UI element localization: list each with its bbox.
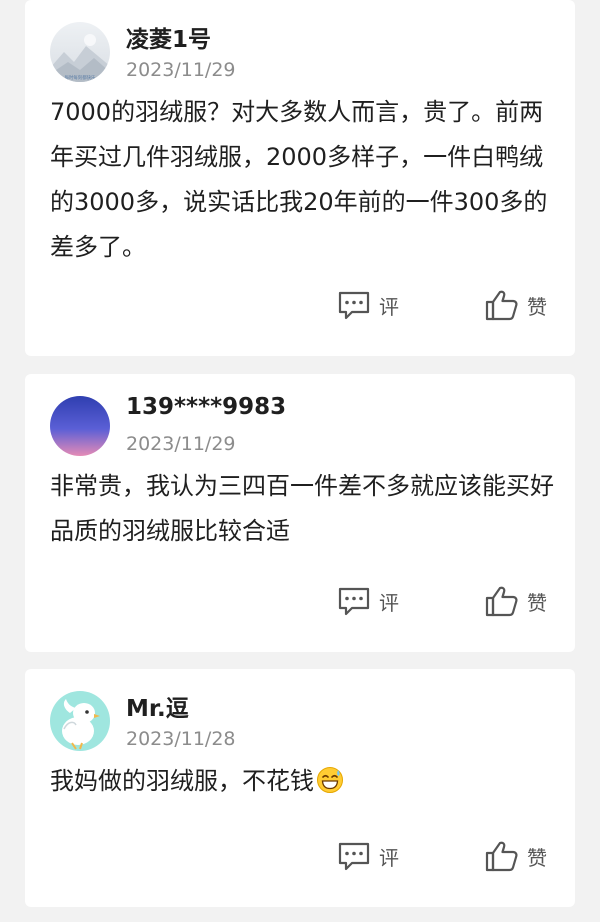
comment-text-body: 我妈做的羽绒服，不花钱 xyxy=(50,767,314,795)
comment-card: 139****9983 2023/11/29 非常贵，我认为三四百一件差不多就应… xyxy=(25,374,575,652)
reply-label: 评 xyxy=(379,294,399,319)
thumbs-up-icon xyxy=(485,586,518,617)
comment-bubble-icon xyxy=(338,587,370,616)
comment-card: 每时每刻都快乐 凌菱1号 2023/11/29 7000的羽绒服？对大多数人而言… xyxy=(25,0,575,356)
reply-button[interactable]: 评 xyxy=(337,288,399,322)
comment-date: 2023/11/29 xyxy=(126,433,236,455)
username[interactable]: Mr.逗 xyxy=(126,689,189,723)
comment-date: 2023/11/28 xyxy=(126,728,236,750)
avatar-caption: 每时每刻都快乐 xyxy=(65,74,96,81)
comment-text: 非常贵，我认为三四百一件差不多就应该能买好品质的羽绒服比较合适 xyxy=(50,472,554,545)
like-label: 赞 xyxy=(527,590,547,615)
comment-text: 7000的羽绒服？对大多数人而言，贵了。前两年买过几件羽绒服，2000多样子，一… xyxy=(50,98,548,261)
comment-date: 2023/11/29 xyxy=(126,59,236,81)
comment-bubble-icon xyxy=(338,291,370,320)
comment-text: 我妈做的羽绒服，不花钱 xyxy=(50,759,555,804)
comment-feed: 每时每刻都快乐 凌菱1号 2023/11/29 7000的羽绒服？对大多数人而言… xyxy=(0,0,600,922)
reply-button[interactable]: 评 xyxy=(337,584,399,618)
username[interactable]: 凌菱1号 xyxy=(126,20,211,54)
like-button[interactable]: 赞 xyxy=(485,584,547,618)
thumbs-up-icon xyxy=(485,841,518,872)
landscape-avatar-icon: 每时每刻都快乐 xyxy=(50,22,110,82)
grinning-sweat-emoji-icon xyxy=(317,767,343,793)
like-label: 赞 xyxy=(527,845,547,870)
user-avatar[interactable] xyxy=(50,691,110,751)
thumbs-up-icon xyxy=(485,290,518,321)
gradient-avatar-icon xyxy=(50,396,110,456)
user-avatar[interactable] xyxy=(50,396,110,456)
like-button[interactable]: 赞 xyxy=(485,839,547,873)
user-avatar[interactable]: 每时每刻都快乐 xyxy=(50,22,110,82)
cartoon-bird-avatar-icon xyxy=(50,691,110,751)
reply-button[interactable]: 评 xyxy=(337,839,399,873)
reply-label: 评 xyxy=(379,590,399,615)
comment-bubble-icon xyxy=(338,842,370,871)
username[interactable]: 139****9983 xyxy=(126,394,286,420)
like-label: 赞 xyxy=(527,294,547,319)
reply-label: 评 xyxy=(379,845,399,870)
like-button[interactable]: 赞 xyxy=(485,288,547,322)
comment-card: Mr.逗 2023/11/28 我妈做的羽绒服，不花钱 评 赞 xyxy=(25,669,575,907)
